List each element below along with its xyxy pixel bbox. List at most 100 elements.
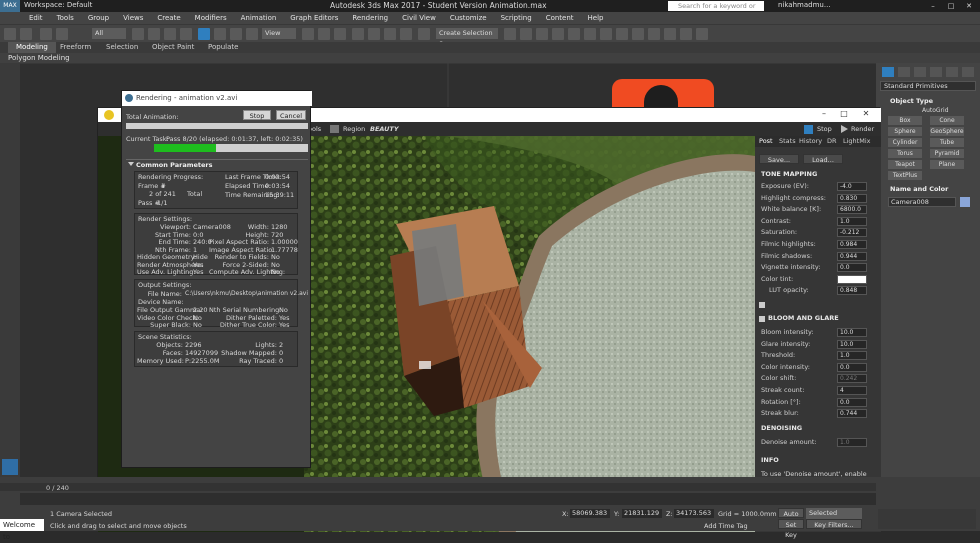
tone-row-value[interactable]: -0.212 bbox=[837, 228, 867, 238]
select-manipulate-icon[interactable] bbox=[318, 28, 330, 40]
menu-modifiers[interactable]: Modifiers bbox=[188, 12, 234, 24]
denoise-amount-input[interactable]: 1.0 bbox=[837, 438, 867, 447]
pivot-icon[interactable] bbox=[302, 28, 314, 40]
dialog-cancel-button[interactable]: Cancel bbox=[276, 110, 306, 120]
motion-tab-icon[interactable] bbox=[930, 67, 942, 77]
menu-scripting[interactable]: Scripting bbox=[494, 12, 539, 24]
bloom-heading[interactable]: BLOOM AND GLARE bbox=[768, 314, 839, 322]
a360-icon[interactable] bbox=[696, 28, 708, 40]
undo-icon[interactable] bbox=[4, 28, 16, 40]
scale-icon[interactable] bbox=[230, 28, 242, 40]
rotate-icon[interactable] bbox=[214, 28, 226, 40]
time-slider-value[interactable]: 0 / 240 bbox=[46, 484, 69, 492]
render-close-icon[interactable]: ✕ bbox=[856, 109, 876, 121]
time-slider[interactable] bbox=[0, 483, 876, 491]
hierarchy-tab-icon[interactable] bbox=[914, 67, 926, 77]
tone-row-value[interactable]: 0.830 bbox=[837, 193, 867, 203]
workspace-selector[interactable]: Workspace: Default bbox=[24, 1, 92, 9]
track-bar[interactable] bbox=[20, 493, 876, 505]
menu-content[interactable]: Content bbox=[539, 12, 581, 24]
app-logo[interactable]: MAX bbox=[0, 0, 20, 12]
bloom-row-value[interactable]: 0.744 bbox=[837, 409, 867, 419]
pyramid-button[interactable]: Pyramid bbox=[930, 149, 964, 158]
rendered-frame-window-icon[interactable] bbox=[632, 28, 644, 40]
tab-history[interactable]: History bbox=[799, 137, 822, 145]
bloom-row-value[interactable]: 10.0 bbox=[837, 328, 867, 337]
render-stop-button[interactable]: Stop bbox=[817, 125, 832, 133]
bloom-row-value[interactable]: 0.0 bbox=[837, 362, 867, 372]
utilities-tab-icon[interactable] bbox=[962, 67, 974, 77]
dialog-stop-button[interactable]: Stop bbox=[243, 110, 271, 120]
collapse-icon[interactable] bbox=[128, 162, 134, 166]
playback-controls[interactable] bbox=[878, 509, 976, 529]
minimize-icon[interactable]: – bbox=[924, 0, 942, 12]
edit-named-selection-icon[interactable] bbox=[418, 28, 430, 40]
tab-lightmix[interactable]: LightMix bbox=[843, 137, 870, 145]
bloom-checkbox[interactable] bbox=[759, 316, 765, 322]
tab-populate[interactable]: Populate bbox=[208, 42, 238, 53]
viewport-layout-icon[interactable] bbox=[2, 459, 18, 475]
selection-filter-dropdown[interactable]: All bbox=[92, 28, 126, 39]
tab-freeform[interactable]: Freeform bbox=[60, 42, 91, 53]
window-crossing-icon[interactable] bbox=[180, 28, 192, 40]
menu-create[interactable]: Create bbox=[150, 12, 187, 24]
common-parameters-heading[interactable]: Common Parameters bbox=[136, 161, 212, 169]
tab-post[interactable]: Post bbox=[759, 137, 773, 145]
set-key-button[interactable]: Set Key bbox=[778, 519, 804, 539]
render-production-icon[interactable] bbox=[648, 28, 660, 40]
modify-tab-icon[interactable] bbox=[898, 67, 910, 77]
stop-icon[interactable] bbox=[804, 125, 813, 134]
tone-mapping-heading[interactable]: TONE MAPPING bbox=[761, 170, 817, 178]
snap-3d-icon[interactable] bbox=[352, 28, 364, 40]
bloom-row-value[interactable]: 10.0 bbox=[837, 339, 867, 349]
menu-civil-view[interactable]: Civil View bbox=[395, 12, 443, 24]
redo-icon[interactable] bbox=[20, 28, 32, 40]
render-play-icon[interactable] bbox=[841, 125, 848, 133]
tab-modeling[interactable]: Modeling bbox=[8, 42, 56, 53]
y-coord-input[interactable]: 21831.129 bbox=[622, 509, 662, 518]
ref-coord-dropdown[interactable]: View bbox=[262, 28, 296, 39]
render-setup-icon[interactable] bbox=[616, 28, 628, 40]
tone-row-value[interactable]: 6800.0 bbox=[837, 205, 867, 215]
autogrid-checkbox[interactable]: AutoGrid bbox=[922, 107, 949, 114]
tab-object-paint[interactable]: Object Paint bbox=[152, 42, 194, 53]
material-editor-icon[interactable] bbox=[600, 28, 612, 40]
tone-row-value[interactable]: 1.0 bbox=[837, 216, 867, 226]
primitive-category-dropdown[interactable]: Standard Primitives bbox=[880, 81, 976, 91]
tone-row-value[interactable] bbox=[837, 274, 867, 284]
key-filters-button[interactable]: Key Filters... bbox=[806, 519, 862, 529]
tab-stats[interactable]: Stats bbox=[779, 137, 796, 145]
z-coord-input[interactable]: 34173.563 bbox=[674, 509, 714, 518]
close-icon[interactable]: ✕ bbox=[960, 0, 978, 12]
menu-tools[interactable]: Tools bbox=[50, 12, 81, 24]
search-input[interactable]: Search for a keyword or phrase bbox=[668, 1, 764, 20]
object-color-swatch[interactable] bbox=[960, 197, 970, 207]
render-maximize-icon[interactable]: □ bbox=[834, 109, 854, 121]
curve-editor-icon[interactable] bbox=[568, 28, 580, 40]
maxscript-listener[interactable]: Welcome to bbox=[0, 519, 44, 541]
bloom-row-value[interactable]: 0.242 bbox=[837, 374, 867, 384]
schematic-view-icon[interactable] bbox=[584, 28, 596, 40]
denoising-heading[interactable]: DENOISING bbox=[761, 424, 802, 432]
region-toggle[interactable]: Region bbox=[343, 125, 365, 133]
menu-rendering[interactable]: Rendering bbox=[345, 12, 395, 24]
name-color-heading[interactable]: Name and Color bbox=[890, 185, 948, 193]
link-icon[interactable] bbox=[40, 28, 52, 40]
angle-snap-icon[interactable] bbox=[368, 28, 380, 40]
x-coord-input[interactable]: 58069.383 bbox=[570, 509, 610, 518]
add-time-tag[interactable]: Add Time Tag bbox=[704, 522, 748, 530]
rect-region-icon[interactable] bbox=[164, 28, 176, 40]
cylinder-button[interactable]: Cylinder bbox=[888, 138, 922, 147]
tone-row-value[interactable]: 0.984 bbox=[837, 240, 867, 249]
auto-key-button[interactable]: Auto Key bbox=[778, 508, 804, 528]
bloom-row-value[interactable]: 0.0 bbox=[837, 397, 867, 407]
menu-views[interactable]: Views bbox=[116, 12, 150, 24]
save-button[interactable]: Save... bbox=[759, 154, 799, 164]
textplus-button[interactable]: TextPlus bbox=[888, 171, 922, 180]
selection-set-dropdown[interactable]: Create Selection Se bbox=[436, 28, 498, 48]
user-account[interactable]: nikahmadmu... bbox=[778, 1, 831, 9]
align-icon[interactable] bbox=[520, 28, 532, 40]
key-mode-dropdown[interactable]: Selected bbox=[806, 508, 862, 519]
keyboard-shortcut-icon[interactable] bbox=[334, 28, 346, 40]
tone-row-value[interactable]: 0.944 bbox=[837, 251, 867, 261]
